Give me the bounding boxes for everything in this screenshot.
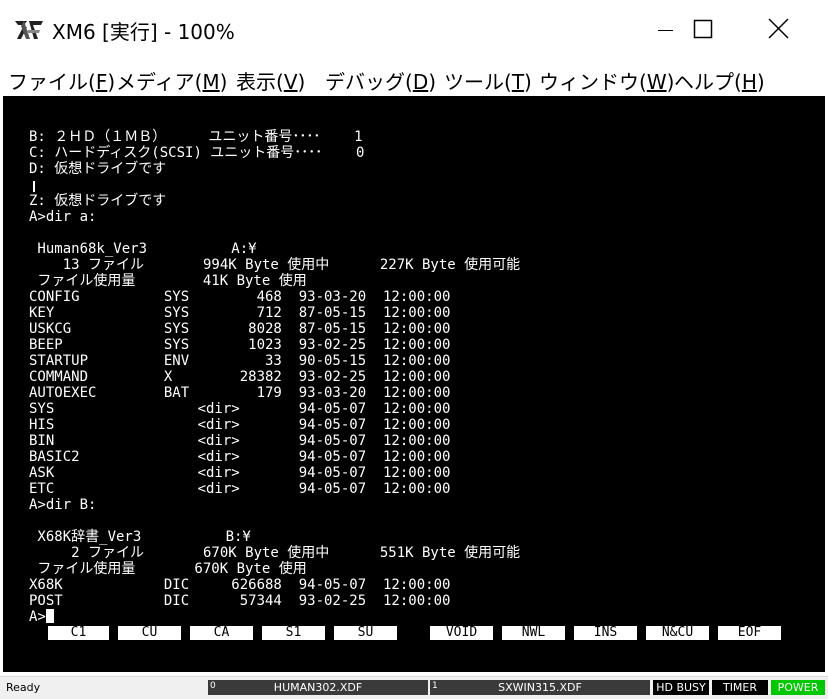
timer-indicator: TIMER	[712, 680, 768, 695]
terminal-line: USKCG SYS 8028 87-05-15 12:00:00	[29, 321, 451, 337]
function-key-1[interactable]: C1	[48, 626, 109, 640]
menu-file[interactable]: ファイル(F)	[8, 66, 115, 95]
function-key-6[interactable]: VOID	[430, 626, 493, 640]
status-bar: Ready 0 HUMAN302.XDF 1 SXWIN315.XDF HD B…	[0, 676, 828, 699]
function-key-2[interactable]: CU	[118, 626, 181, 640]
window-title: XM6 [実行] - 100%	[52, 20, 235, 44]
menu-label: )	[428, 70, 437, 94]
terminal-line: 2 ファイル 670K Byte 使用中 551K Byte 使用可能	[29, 545, 521, 561]
terminal-line: Z: 仮想ドライブです	[29, 193, 167, 209]
terminal-line: AUTOEXEC BAT 179 93-03-20 12:00:00	[29, 385, 451, 401]
terminal-line: STARTUP ENV 33 90-05-15 12:00:00	[29, 353, 451, 369]
menu-label: ファイル(	[8, 70, 96, 94]
function-key-7[interactable]: NWL	[502, 626, 565, 640]
menu-label: デバッグ(	[325, 70, 413, 94]
terminal-line: A>	[29, 609, 46, 625]
drive-image-name: SXWIN315.XDF	[498, 681, 582, 694]
drive-image-name: HUMAN302.XDF	[273, 681, 363, 694]
power-indicator: POWER	[771, 680, 825, 695]
minimize-icon	[658, 30, 673, 31]
terminal-line: Human68k_Ver3 A:¥	[29, 241, 257, 257]
maximize-icon	[693, 19, 713, 39]
terminal-line: ASK <dir> 94-05-07 12:00:00	[29, 465, 451, 481]
terminal-line: ETC <dir> 94-05-07 12:00:00	[29, 481, 451, 497]
terminal-line: BIN <dir> 94-05-07 12:00:00	[29, 433, 451, 449]
function-key-4[interactable]: S1	[262, 626, 325, 640]
terminal-line: X68K DIC 626688 94-05-07 12:00:00	[29, 577, 451, 593]
floppy-drive-1-status[interactable]: 1 SXWIN315.XDF	[430, 680, 650, 695]
menu-label: メディア(	[116, 70, 203, 94]
function-key-5[interactable]: SU	[334, 626, 397, 640]
text-cursor	[46, 609, 54, 623]
terminal-line: ファイル使用量 41K Byte 使用	[29, 273, 307, 289]
menu-label: )	[107, 70, 116, 94]
terminal-line: ファイル使用量 670K Byte 使用	[29, 561, 307, 577]
terminal-line: BASIC2 <dir> 94-05-07 12:00:00	[29, 449, 451, 465]
menu-accelerator: M	[202, 70, 220, 94]
menu-label: )	[756, 70, 765, 94]
close-button[interactable]	[756, 0, 812, 60]
terminal-line: KEY SYS 712 87-05-15 12:00:00	[29, 305, 451, 321]
terminal-line: X68K辞書_Ver3 B:¥	[29, 529, 251, 545]
menu-accelerator: W	[646, 70, 667, 94]
maximize-button[interactable]	[688, 0, 734, 60]
menu-tools[interactable]: ツール(T)	[444, 66, 532, 95]
title-bar[interactable]: XM6 [実行] - 100%	[0, 0, 828, 60]
text-cursor-mark	[33, 181, 35, 192]
function-key-8[interactable]: INS	[574, 626, 637, 640]
menu-view[interactable]: 表示(V)	[236, 66, 305, 95]
terminal-line: 13 ファイル 994K Byte 使用中 227K Byte 使用可能	[29, 257, 521, 273]
menu-help[interactable]: ヘルプ(H)	[674, 66, 765, 95]
terminal-line: B: ２ＨＤ（１ＭＢ） ユニット番号････ 1	[29, 129, 363, 145]
terminal-line: A>dir a:	[29, 209, 97, 225]
menu-label: )	[524, 70, 532, 94]
floppy-drive-0-status[interactable]: 0 HUMAN302.XDF	[208, 680, 428, 695]
terminal-line: SYS <dir> 94-05-07 12:00:00	[29, 401, 451, 417]
menu-label: ツール(	[444, 70, 512, 94]
status-ready: Ready	[6, 681, 41, 694]
function-key-3[interactable]: CA	[190, 626, 253, 640]
menu-accelerator: F	[95, 70, 108, 94]
terminal-line: D: 仮想ドライブです	[29, 161, 167, 177]
menu-accelerator: H	[741, 70, 757, 94]
terminal-line: A>dir B:	[29, 497, 97, 513]
menu-accelerator: V	[283, 70, 298, 94]
terminal-line: C: ハードディスク(SCSI) ユニット番号････ 0	[29, 145, 365, 161]
xm6-logo-icon[interactable]	[14, 18, 44, 42]
menu-debug[interactable]: デバッグ(D)	[325, 66, 436, 95]
function-key-9[interactable]: N&CU	[646, 626, 709, 640]
close-icon	[768, 18, 789, 39]
terminal-line: POST DIC 57344 93-02-25 12:00:00	[29, 593, 451, 609]
menu-label: ヘルプ(	[674, 70, 742, 94]
menu-accelerator: T	[511, 70, 525, 94]
terminal-line: BEEP SYS 1023 93-02-25 12:00:00	[29, 337, 451, 353]
menu-accelerator: D	[412, 70, 429, 94]
terminal-line: HIS <dir> 94-05-07 12:00:00	[29, 417, 451, 433]
menu-bar: ファイル(F) メディア(M) 表示(V) デバッグ(D) ツール(T) ウィン…	[0, 60, 828, 96]
terminal-line: CONFIG SYS 468 93-03-20 12:00:00	[29, 289, 451, 305]
hd-busy-indicator: HD BUSY	[653, 680, 709, 695]
menu-label: )	[219, 70, 228, 94]
menu-label: )	[297, 70, 306, 94]
terminal-line: COMMAND X 28382 93-02-25 12:00:00	[29, 369, 451, 385]
menu-window[interactable]: ウィンドウ(W)	[539, 66, 674, 95]
menu-label: 表示(	[236, 70, 284, 94]
menu-label: ウィンドウ(	[539, 70, 647, 94]
menu-media[interactable]: メディア(M)	[116, 66, 227, 95]
emulator-screen[interactable]: B: ２ＨＤ（１ＭＢ） ユニット番号････ 1 C: ハードディスク(SCSI)…	[3, 96, 825, 672]
minimize-button[interactable]	[642, 0, 688, 60]
function-key-10[interactable]: EOF	[718, 626, 781, 640]
